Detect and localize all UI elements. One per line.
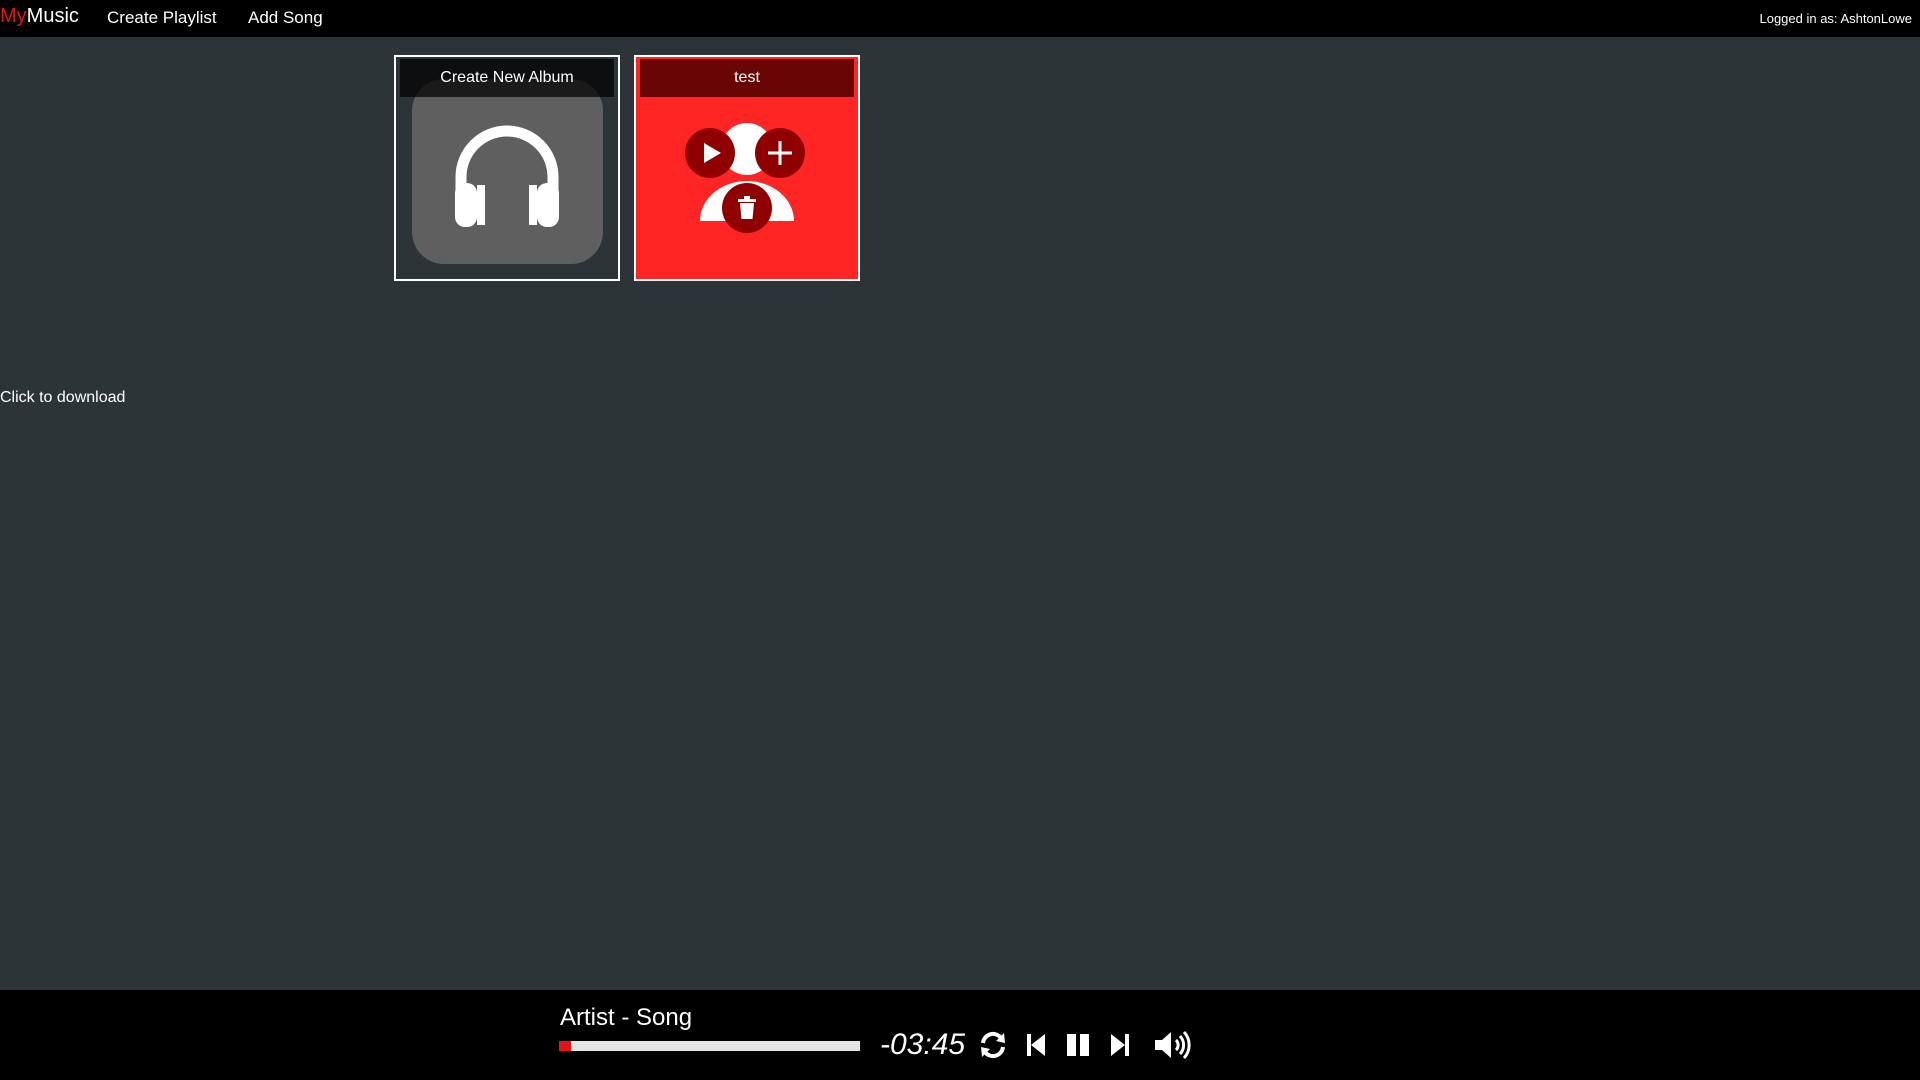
add-to-album-button[interactable] <box>755 128 805 178</box>
play-album-button[interactable] <box>685 128 735 178</box>
top-navbar: MyMusic Create Playlist Add Song Logged … <box>0 0 1920 37</box>
brand-prefix: My <box>0 5 27 27</box>
previous-track-button[interactable] <box>1018 1027 1054 1063</box>
brand-logo[interactable]: MyMusic <box>0 4 79 28</box>
skip-back-icon <box>1027 1034 1045 1056</box>
volume-icon <box>1155 1030 1191 1060</box>
trash-icon <box>738 196 756 219</box>
album-card-test[interactable]: test <box>634 55 860 281</box>
delete-album-button[interactable] <box>722 183 772 233</box>
next-track-button[interactable] <box>1102 1027 1138 1063</box>
plus-icon <box>768 141 792 165</box>
headphones-icon <box>455 125 559 227</box>
nav-add-song[interactable]: Add Song <box>248 8 323 28</box>
skip-forward-icon <box>1111 1034 1129 1056</box>
progress-bar[interactable] <box>559 1041 860 1051</box>
repeat-icon <box>981 1031 1005 1059</box>
time-remaining: -03:45 <box>880 1028 966 1061</box>
headphones-tile <box>412 79 603 264</box>
logged-in-label: Logged in as: AshtonLowe <box>1759 11 1912 26</box>
nav-create-playlist[interactable]: Create Playlist <box>107 8 217 28</box>
volume-button[interactable] <box>1152 1027 1196 1063</box>
create-new-album-card[interactable]: Create New Album <box>394 55 620 281</box>
progress-fill <box>559 1041 572 1051</box>
player-bar: Artist - Song -03:45 <box>0 990 1920 1080</box>
repeat-button[interactable] <box>975 1027 1011 1063</box>
now-playing-title: Artist - Song <box>560 1004 693 1031</box>
brand-suffix: Music <box>26 5 79 27</box>
album-title: test <box>640 59 854 97</box>
album-title: Create New Album <box>400 59 614 97</box>
pause-icon <box>1067 1034 1089 1056</box>
download-link[interactable]: Click to download <box>0 388 125 408</box>
play-icon <box>704 143 721 163</box>
pause-button[interactable] <box>1060 1027 1096 1063</box>
